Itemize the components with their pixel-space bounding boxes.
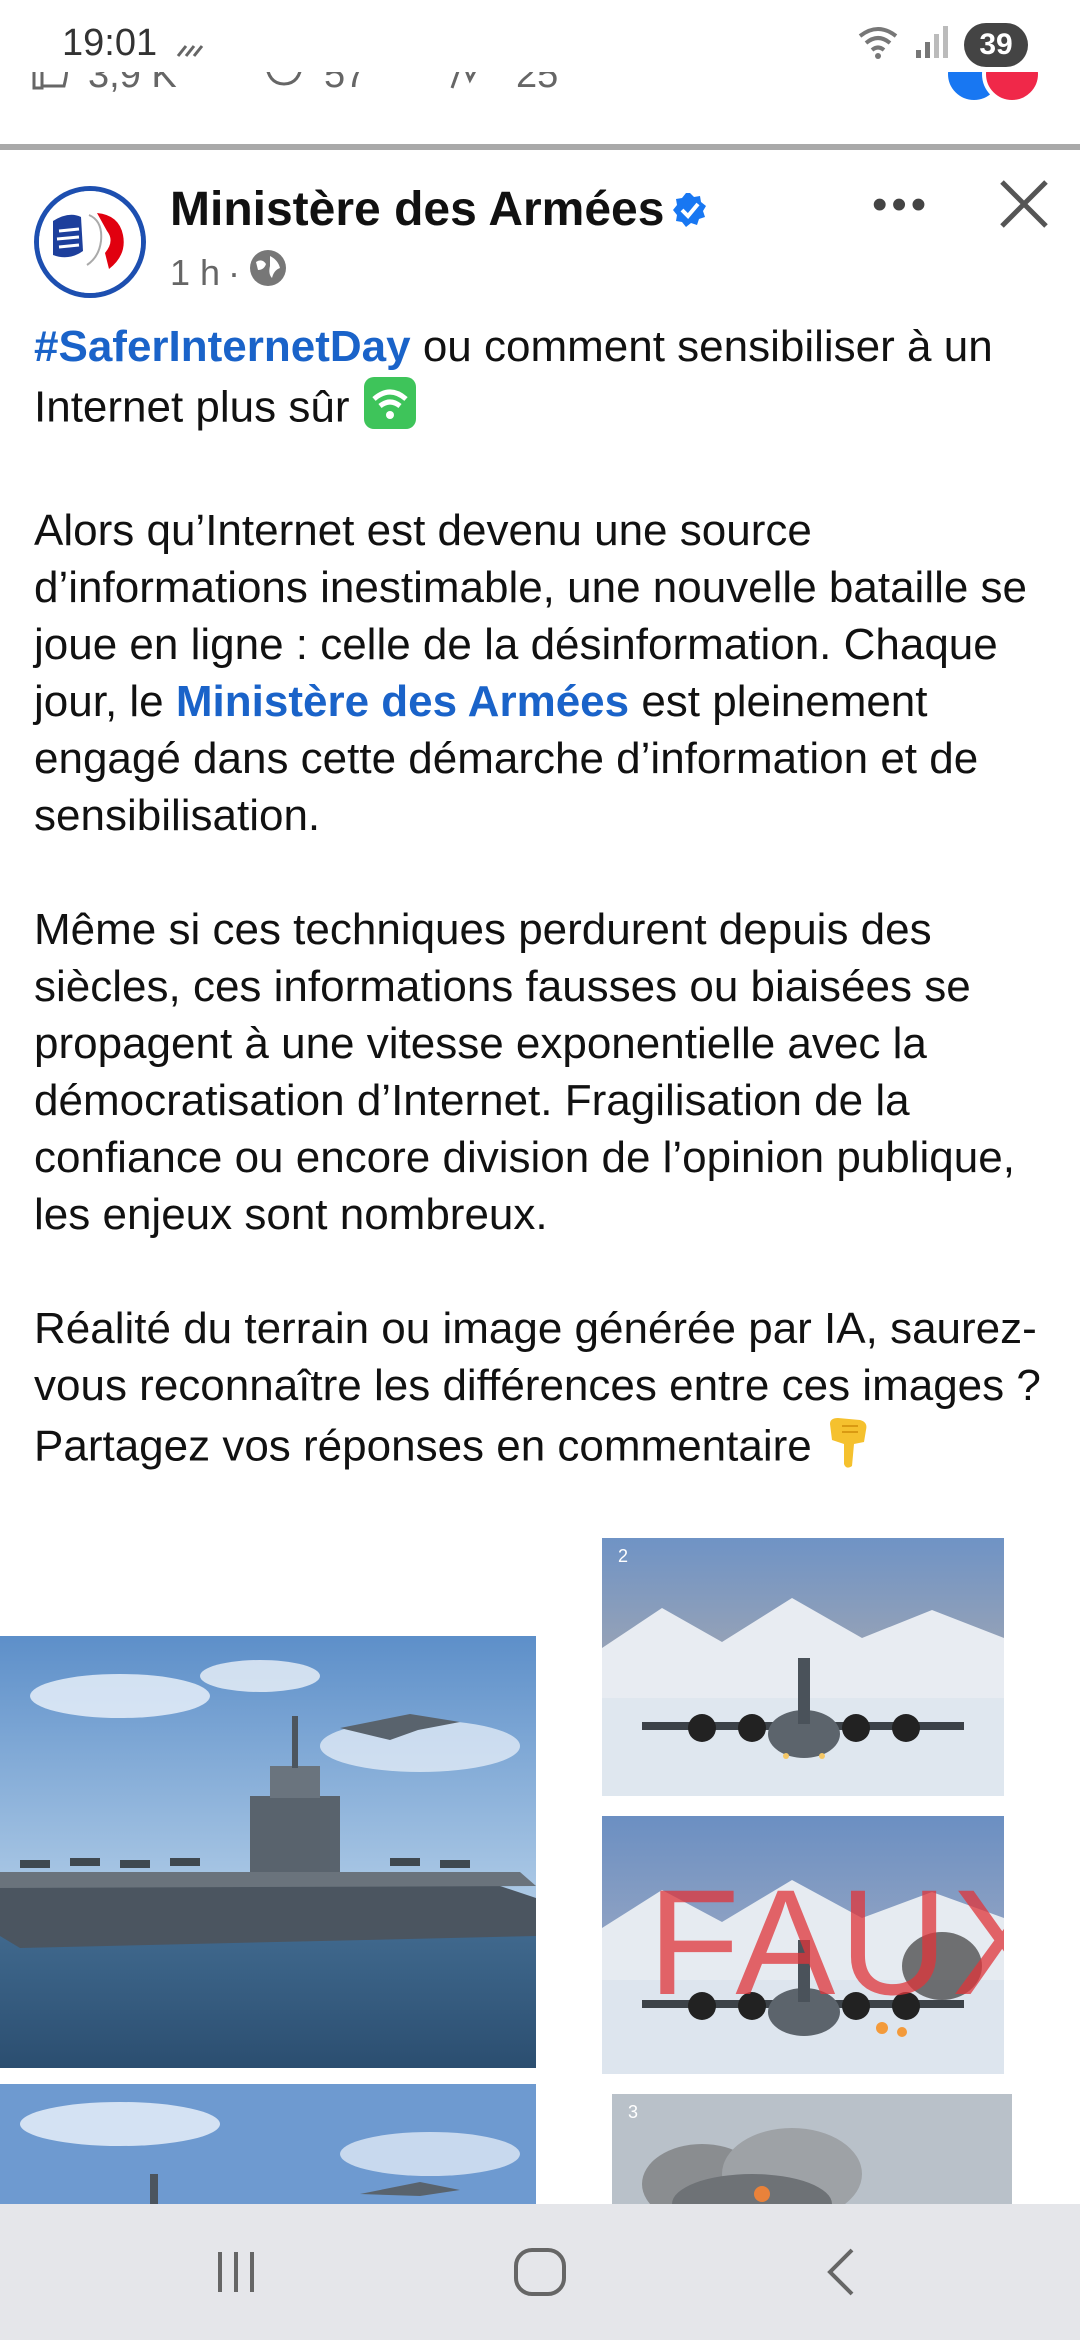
back-icon <box>827 2248 854 2296</box>
gallery-image-2[interactable]: 2 <box>602 1538 1004 1796</box>
back-button[interactable] <box>782 2204 902 2340</box>
wifi-icon <box>856 22 900 67</box>
image-gallery: 2 FAUX <box>0 1538 1080 2204</box>
page-name[interactable]: Ministère des Armées <box>170 182 664 237</box>
post-meta: 1 h · <box>170 248 288 297</box>
globe-icon <box>248 248 288 297</box>
recent-apps-icon <box>218 2252 254 2292</box>
meta-separator: · <box>228 251 241 293</box>
gallery-image-carrier-2[interactable] <box>0 2084 536 2204</box>
post-paragraph-intro: #SaferInternetDay ou comment sensibilise… <box>34 318 1054 445</box>
pointing-down-emoji-icon <box>824 1414 874 1484</box>
post-body: #SaferInternetDay ou comment sensibilise… <box>34 318 1054 1484</box>
status-icons: 39 <box>856 22 1028 67</box>
fake-stamp: FAUX <box>648 1858 1004 2026</box>
post-header: Ministère des Armées 1 h · ••• <box>0 150 1080 320</box>
gallery-image-carrier[interactable] <box>0 1636 536 2068</box>
image-number-label: 2 <box>618 1546 629 1566</box>
close-icon <box>1000 180 1048 228</box>
clock: 19:01 <box>62 22 158 64</box>
battery-indicator: 39 <box>964 22 1028 67</box>
post-paragraph-2: Alors qu’Internet est devenu une source … <box>34 506 1028 840</box>
page-mention-link[interactable]: Ministère des Armées <box>176 677 629 726</box>
vibrate-icon <box>176 36 206 67</box>
marianne-logo-icon <box>39 191 141 293</box>
hashtag-link[interactable]: #SaferInternetDay <box>34 322 411 371</box>
recent-apps-button[interactable] <box>176 2204 296 2340</box>
home-button[interactable] <box>480 2204 600 2340</box>
gallery-image-3[interactable]: 3 <box>612 2094 1012 2204</box>
system-nav-bar <box>0 2204 1080 2340</box>
home-icon <box>514 2248 566 2296</box>
post-paragraph-4: Réalité du terrain ou image générée par … <box>34 1300 1054 1484</box>
status-bar: 19:01 39 <box>0 0 1080 72</box>
verified-badge-icon <box>672 192 708 233</box>
image-number-label: 3 <box>628 2102 639 2122</box>
wifi-emoji-icon <box>362 375 418 445</box>
previous-post-actions: 3,9 K 57 25 <box>0 62 1080 142</box>
page-avatar[interactable] <box>34 186 146 298</box>
post-paragraph-3: Même si ces techniques perdurent depuis … <box>34 905 1015 1239</box>
gallery-image-faux[interactable]: FAUX <box>602 1816 1004 2074</box>
close-button[interactable] <box>996 176 1052 237</box>
more-options-button[interactable]: ••• <box>872 180 930 230</box>
signal-icon <box>914 24 950 65</box>
post-time[interactable]: 1 h <box>170 252 220 294</box>
